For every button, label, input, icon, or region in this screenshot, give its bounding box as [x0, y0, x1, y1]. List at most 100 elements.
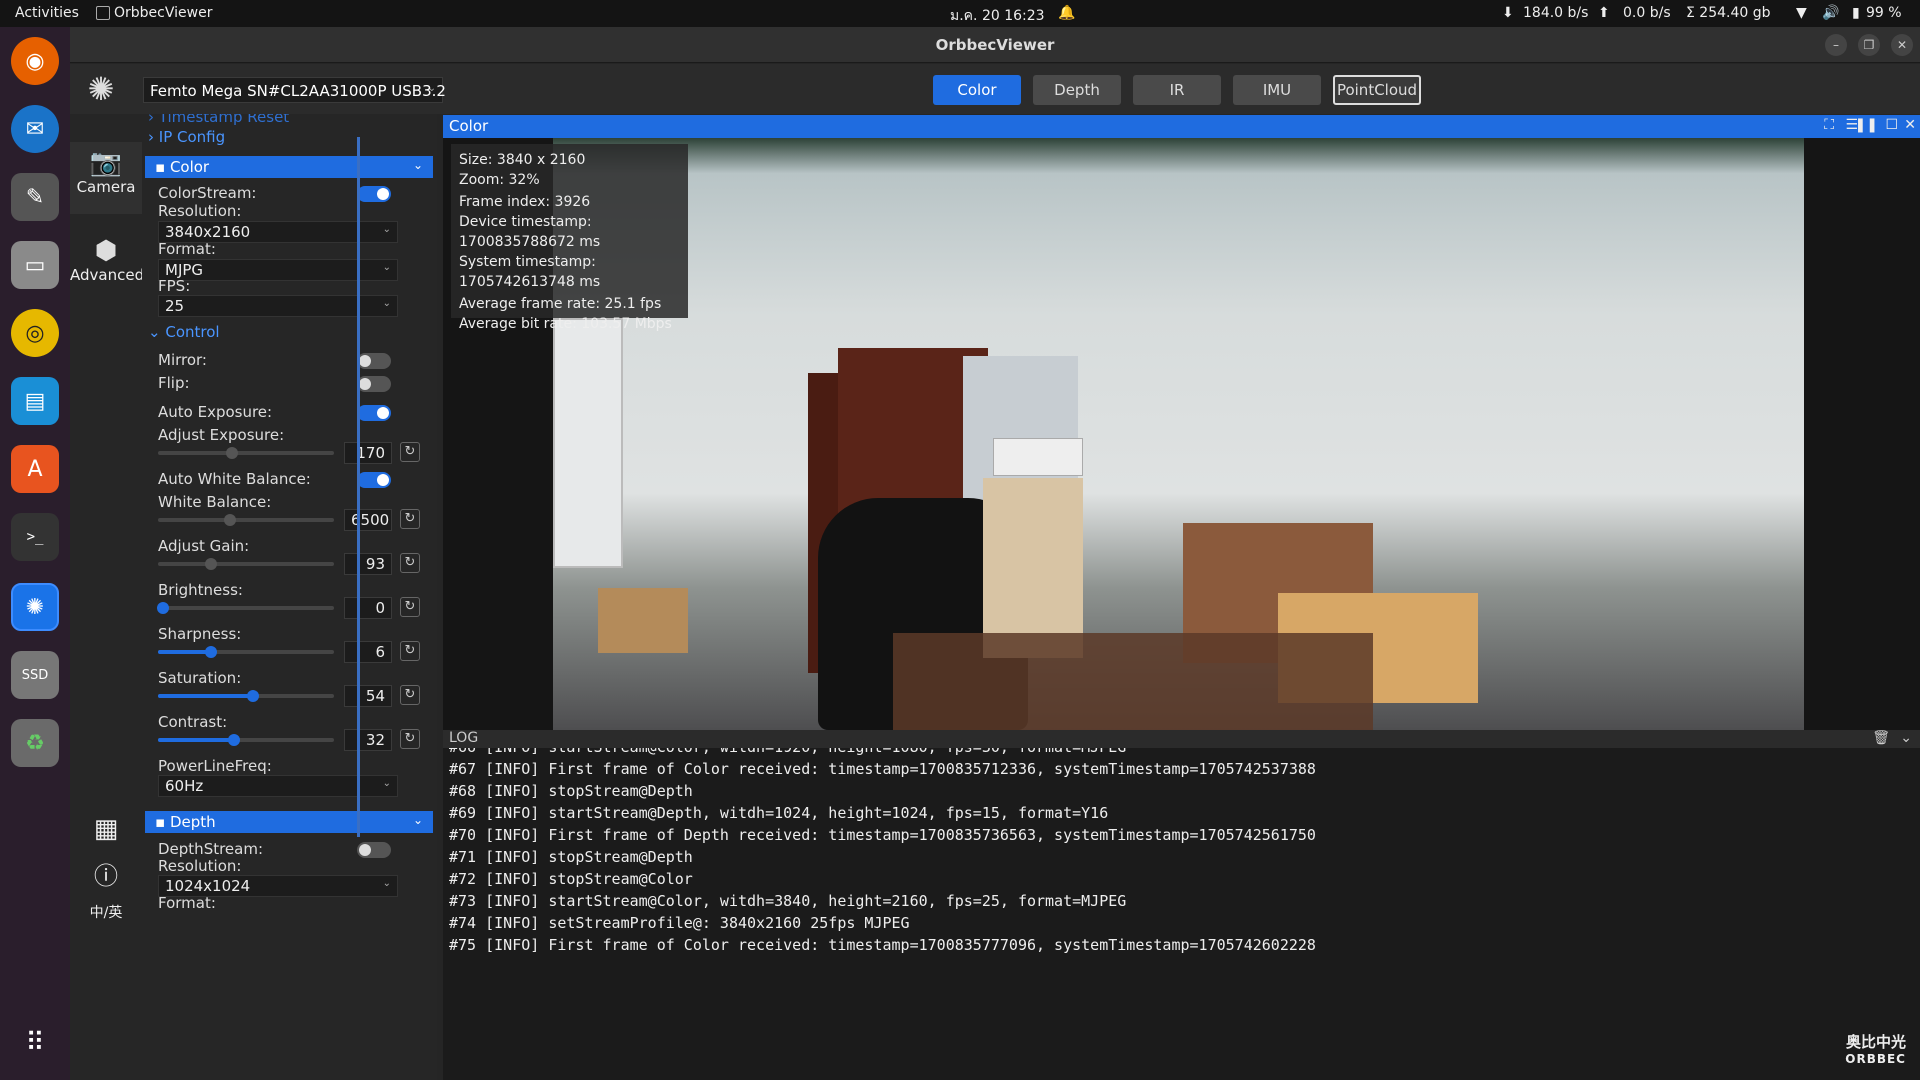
- device-select[interactable]: Femto Mega SN#CL2AA31000P USB3.2 ⌄: [143, 77, 446, 103]
- active-app-name[interactable]: OrbbecViewer: [114, 5, 212, 21]
- saturation-slider[interactable]: [158, 690, 334, 702]
- control-section-toggle[interactable]: ⌄ Control: [148, 323, 220, 341]
- adjust-exposure-value[interactable]: 170: [344, 442, 392, 464]
- sharpness-slider[interactable]: [158, 646, 334, 658]
- orbbec-logo-icon: ✺: [87, 70, 115, 108]
- saturation-label: Saturation:: [158, 669, 242, 687]
- terminal-icon[interactable]: >_: [11, 513, 59, 561]
- reset-sharpness-icon[interactable]: ↻: [400, 641, 420, 661]
- color-section-header[interactable]: ▪ Color ⌄: [145, 156, 433, 178]
- powerlinefreq-value: 60Hz: [165, 777, 204, 795]
- battery-icon[interactable]: ▮: [1852, 5, 1860, 21]
- files-icon[interactable]: ▭: [11, 241, 59, 289]
- saturation-value[interactable]: 54: [344, 685, 392, 707]
- adjust-gain-label: Adjust Gain:: [158, 537, 250, 555]
- depthstream-label: DepthStream:: [158, 840, 264, 858]
- ip-config-item[interactable]: › IP Config: [148, 128, 225, 146]
- download-rate: 184.0 b/s: [1523, 5, 1589, 21]
- trash-icon[interactable]: ♻: [11, 719, 59, 767]
- timestamp-reset-item[interactable]: › Timestamp Reset: [148, 114, 289, 126]
- tab-imu[interactable]: IMU: [1233, 75, 1321, 105]
- color-format-label: Format:: [158, 240, 216, 258]
- collapse-log-icon[interactable]: ⌄: [1900, 730, 1912, 746]
- white-balance-value[interactable]: 6500: [344, 509, 392, 531]
- language-toggle[interactable]: 中/英: [70, 902, 142, 922]
- clock[interactable]: ม.ค. 20 16:23: [950, 5, 1045, 27]
- mirror-toggle[interactable]: [357, 353, 391, 369]
- depthstream-toggle[interactable]: [357, 842, 391, 858]
- show-apps-icon[interactable]: ⠿: [11, 1019, 59, 1067]
- info-icon[interactable]: ⓘ: [70, 856, 142, 891]
- reset-exposure-icon[interactable]: ↻: [400, 442, 420, 462]
- auto-exposure-label: Auto Exposure:: [158, 403, 273, 421]
- upload-icon: ⬆: [1598, 5, 1610, 21]
- shelf: [983, 478, 1083, 658]
- colorstream-toggle[interactable]: [357, 186, 391, 202]
- thunderbird-icon[interactable]: ✉: [11, 105, 59, 153]
- color-fps-select[interactable]: 25 ⌄: [158, 295, 398, 317]
- color-stream-view[interactable]: Size: 3840 x 2160 Zoom: 32% Frame index:…: [443, 138, 1920, 730]
- app-center-icon[interactable]: A: [11, 445, 59, 493]
- log-panel[interactable]: #66 [INFO] startStream@Color, witdh=1920…: [443, 748, 1920, 1080]
- reset-contrast-icon[interactable]: ↻: [400, 729, 420, 749]
- brand-cn: 奥比中光: [1845, 1033, 1906, 1051]
- colorstream-label: ColorStream:: [158, 184, 257, 202]
- minimize-icon[interactable]: –: [1825, 34, 1847, 56]
- rhythmbox-icon[interactable]: ◎: [11, 309, 59, 357]
- volume-icon[interactable]: 🔊: [1822, 5, 1839, 21]
- clear-log-icon[interactable]: 🗑: [1872, 730, 1890, 746]
- color-resolution-value: 3840x2160: [165, 223, 251, 241]
- settings-panel: › Timestamp Reset › IP Config ▪ Color ⌄ C…: [142, 114, 437, 1080]
- log-line: #70 [INFO] First frame of Depth received…: [449, 826, 1316, 844]
- close-icon[interactable]: ✕: [1891, 34, 1913, 56]
- auto-exposure-toggle[interactable]: [357, 405, 391, 421]
- tab-pointcloud[interactable]: PointCloud: [1333, 75, 1421, 105]
- adjust-gain-slider[interactable]: [158, 558, 334, 570]
- powerlinefreq-select[interactable]: 60Hz ⌄: [158, 775, 398, 797]
- contrast-value[interactable]: 32: [344, 729, 392, 751]
- color-format-select[interactable]: MJPG ⌄: [158, 259, 398, 281]
- adjust-gain-value[interactable]: 93: [344, 553, 392, 575]
- contrast-slider[interactable]: [158, 734, 334, 746]
- nav-camera[interactable]: 📷 Camera: [70, 142, 142, 214]
- info-zoom: Zoom: 32%: [459, 172, 540, 188]
- close-view-icon[interactable]: ✕: [1904, 117, 1916, 133]
- white-balance-slider[interactable]: [158, 514, 334, 526]
- pause-icon[interactable]: ❚❚: [1855, 117, 1878, 133]
- adjust-exposure-slider[interactable]: [158, 447, 334, 459]
- reset-gain-icon[interactable]: ↻: [400, 553, 420, 573]
- activities-button[interactable]: Activities: [15, 5, 79, 21]
- reset-white-balance-icon[interactable]: ↻: [400, 509, 420, 529]
- reset-saturation-icon[interactable]: ↻: [400, 685, 420, 705]
- maximize-icon[interactable]: ☐: [1885, 117, 1898, 133]
- gimp-icon[interactable]: ✎: [11, 173, 59, 221]
- log-line: #68 [INFO] stopStream@Depth: [449, 782, 693, 800]
- grid-icon[interactable]: ▦: [70, 814, 142, 844]
- restore-icon[interactable]: ❐: [1858, 34, 1880, 56]
- sharpness-label: Sharpness:: [158, 625, 242, 643]
- log-line: #66 [INFO] startStream@Color, witdh=1920…: [449, 748, 1914, 758]
- adjust-exposure-label: Adjust Exposure:: [158, 426, 285, 444]
- reset-brightness-icon[interactable]: ↻: [400, 597, 420, 617]
- ssd-drive-icon[interactable]: SSD: [11, 651, 59, 699]
- orbbec-viewer-window: OrbbecViewer – ❐ ✕ ✺ Femto Mega SN#CL2AA…: [70, 27, 1920, 1080]
- tab-color[interactable]: Color: [933, 75, 1021, 105]
- tab-ir[interactable]: IR: [1133, 75, 1221, 105]
- writer-icon[interactable]: ▤: [11, 377, 59, 425]
- flip-toggle[interactable]: [357, 376, 391, 392]
- wifi-icon[interactable]: ▼: [1796, 5, 1807, 21]
- nav-advanced[interactable]: ⬢ Advanced: [70, 236, 145, 306]
- panel-scrollbar[interactable]: [357, 137, 360, 837]
- fit-icon[interactable]: ⛶: [1824, 117, 1834, 133]
- sharpness-value[interactable]: 6: [344, 641, 392, 663]
- nav-advanced-label: Advanced: [70, 266, 145, 284]
- depth-section-header[interactable]: ▪ Depth ⌄: [145, 811, 433, 833]
- brightness-value[interactable]: 0: [344, 597, 392, 619]
- tab-depth[interactable]: Depth: [1033, 75, 1121, 105]
- chevron-down-icon: ⌄: [412, 813, 423, 827]
- brightness-slider[interactable]: [157, 602, 334, 614]
- orbbec-viewer-icon[interactable]: ✺: [11, 583, 59, 631]
- info-size: Size: 3840 x 2160: [459, 152, 586, 168]
- auto-white-balance-toggle[interactable]: [357, 472, 391, 488]
- firefox-icon[interactable]: ◉: [11, 37, 59, 85]
